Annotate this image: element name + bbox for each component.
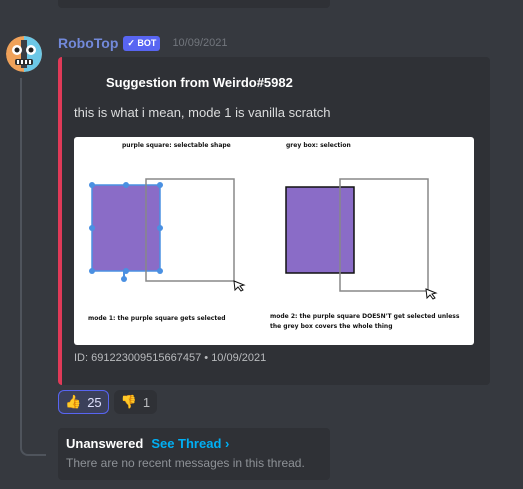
reaction-count: 25 bbox=[87, 394, 102, 410]
reactions-bar: 👍 25 👎 1 bbox=[58, 390, 158, 414]
embed-image[interactable]: purple square: selectable shape grey box… bbox=[74, 137, 474, 345]
caption-mode2-line1: mode 2: the purple square DOESN'T get se… bbox=[270, 313, 460, 320]
cursor-icon bbox=[233, 280, 246, 292]
caption-mode1: mode 1: the purple square gets selected bbox=[88, 315, 226, 322]
thread-preview[interactable]: Unanswered See Thread › There are no rec… bbox=[58, 428, 330, 480]
embed-footer: ID: 691223009515667457 • 10/09/2021 bbox=[74, 352, 267, 364]
embed-description: this is what i mean, mode 1 is vanilla s… bbox=[74, 105, 331, 120]
cursor-icon bbox=[425, 288, 438, 300]
previous-embed-edge bbox=[58, 0, 330, 8]
embed-title: Suggestion from Weirdo#5982 bbox=[106, 75, 293, 90]
avatar[interactable] bbox=[6, 36, 42, 72]
robot-face-icon bbox=[6, 36, 42, 72]
purple-square-mode2 bbox=[285, 186, 355, 274]
thumbs-up-icon: 👍 bbox=[65, 394, 82, 409]
image-label-purple-square: purple square: selectable shape bbox=[122, 142, 231, 149]
thumbs-down-icon: 👎 bbox=[120, 394, 137, 409]
bot-tag: ✓ BOT bbox=[123, 35, 161, 51]
username[interactable]: RoboTop bbox=[58, 35, 118, 51]
timestamp: 10/09/2021 bbox=[172, 37, 228, 49]
reaction-count: 1 bbox=[142, 394, 151, 410]
image-label-grey-box: grey box: selection bbox=[286, 142, 351, 149]
see-thread-link[interactable]: See Thread › bbox=[151, 436, 229, 451]
thread-empty-text: There are no recent messages in this thr… bbox=[66, 456, 305, 470]
message-header: RoboTop ✓ BOT 10/09/2021 bbox=[58, 34, 228, 52]
reaction-thumbs-up[interactable]: 👍 25 bbox=[58, 390, 109, 414]
suggestion-embed: Suggestion from Weirdo#5982 this is what… bbox=[58, 57, 490, 385]
thread-status: Unanswered bbox=[66, 436, 144, 451]
caption-mode2-line2: the grey box covers the whole thing bbox=[270, 323, 393, 330]
thread-connector-line bbox=[20, 78, 46, 456]
reaction-thumbs-down[interactable]: 👎 1 bbox=[113, 390, 158, 414]
purple-square-mode1 bbox=[91, 184, 161, 272]
